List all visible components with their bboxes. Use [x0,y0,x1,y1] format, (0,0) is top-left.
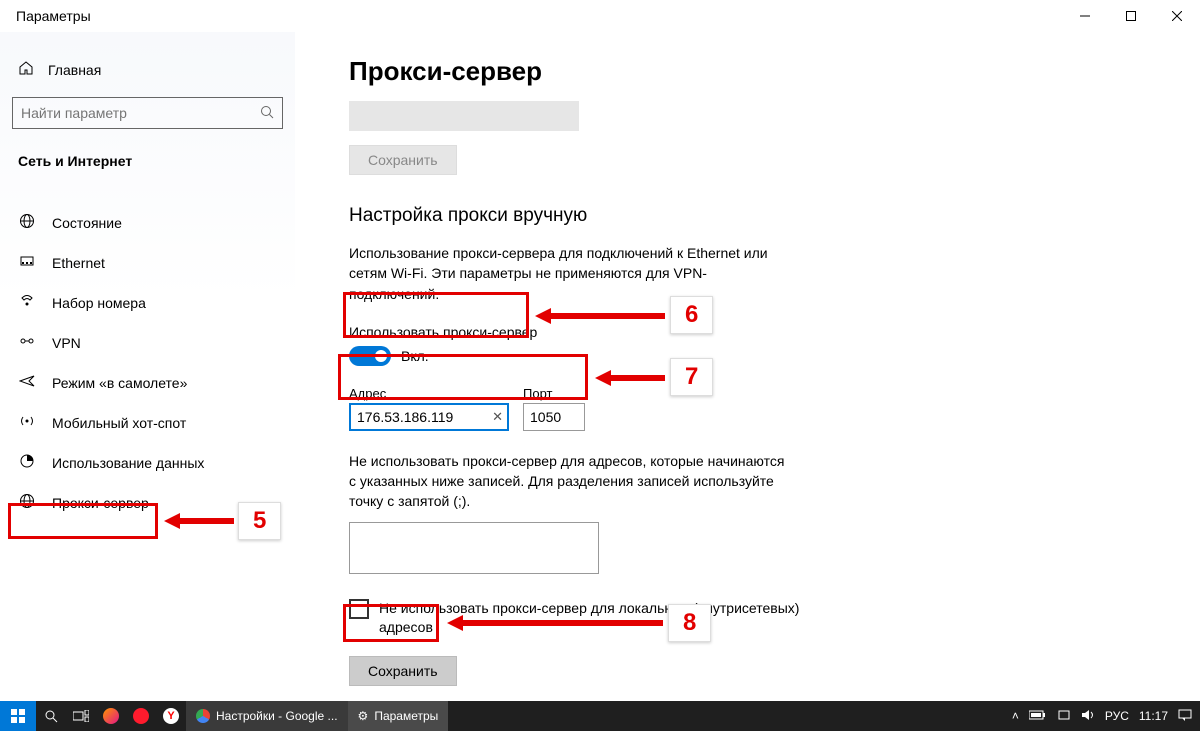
save-button[interactable]: Сохранить [349,656,457,686]
vpn-icon [18,333,36,353]
home-icon [18,60,34,79]
local-bypass-checkbox[interactable] [349,599,369,619]
search-box[interactable] [12,97,283,129]
port-label: Порт [523,386,585,401]
start-button[interactable] [0,701,36,731]
sidebar-item-status[interactable]: Состояние [0,203,295,243]
airplane-icon [18,373,36,393]
tray-clock[interactable]: 11:17 [1139,709,1168,723]
port-input[interactable] [523,403,585,431]
tray-notifications-icon[interactable] [1178,708,1192,725]
sidebar-item-dialup[interactable]: Набор номера [0,283,295,323]
tray-network-icon[interactable] [1057,708,1071,725]
bypass-description: Не использовать прокси-сервер для адресо… [349,451,789,512]
tray-battery-icon[interactable] [1029,709,1047,723]
save-button-disabled: Сохранить [349,145,457,175]
sidebar: Главная Сеть и Интернет Состояние Ethern… [0,32,295,701]
sidebar-item-label: Ethernet [52,255,105,271]
clear-icon[interactable]: ✕ [492,409,503,425]
sidebar-item-label: Состояние [52,215,122,231]
sidebar-item-label: Прокси-сервер [52,495,149,511]
sidebar-section-title: Сеть и Интернет [12,147,283,183]
use-proxy-label: Использовать прокси-сервер [349,324,1200,340]
search-input[interactable] [21,105,260,121]
taskbar-search-icon[interactable] [36,701,66,731]
tray-language[interactable]: РУС [1105,709,1129,723]
sidebar-item-data-usage[interactable]: Использование данных [0,443,295,483]
sidebar-item-ethernet[interactable]: Ethernet [0,243,295,283]
use-proxy-block: Использовать прокси-сервер Вкл. [349,322,1200,368]
gear-icon: ⚙ [358,709,369,723]
hotspot-icon [18,413,36,433]
dialup-icon [18,293,36,313]
close-button[interactable] [1154,0,1200,32]
sidebar-item-hotspot[interactable]: Мобильный хот-спот [0,403,295,443]
taskbar-task-label: Параметры [374,709,438,723]
address-input[interactable] [349,403,509,431]
main-content: Прокси-сервер Сохранить Настройка прокси… [295,32,1200,701]
sidebar-item-label: Мобильный хот-спот [52,415,186,431]
taskbar: Y Настройки - Google ... ⚙ Параметры ˄ Р… [0,701,1200,731]
proxy-fields: Адрес ✕ Порт [349,386,1200,431]
taskbar-app-yandex[interactable]: Y [156,701,186,731]
sidebar-item-vpn[interactable]: VPN [0,323,295,363]
taskbar-task-label: Настройки - Google ... [216,709,338,723]
search-icon [260,105,274,122]
taskbar-app-firefox[interactable] [96,701,126,731]
sidebar-home[interactable]: Главная [12,52,283,87]
address-label: Адрес [349,386,509,401]
ethernet-icon [18,253,36,273]
chrome-icon [196,709,210,723]
sidebar-item-label: VPN [52,335,81,351]
window-title: Параметры [16,8,91,24]
maximize-button[interactable] [1108,0,1154,32]
minimize-button[interactable] [1062,0,1108,32]
data-usage-icon [18,453,36,473]
taskbar-taskview-icon[interactable] [66,701,96,731]
page-title: Прокси-сервер [349,56,1200,87]
taskbar-app-opera[interactable] [126,701,156,731]
proxy-icon [18,493,36,513]
disabled-script-field [349,101,579,131]
use-proxy-toggle[interactable] [349,346,391,366]
manual-proxy-heading: Настройка прокси вручную [349,205,1200,227]
window-titlebar: Параметры [0,0,1200,32]
tray-volume-icon[interactable] [1081,708,1095,725]
globe-icon [18,213,36,233]
taskbar-task-settings[interactable]: ⚙ Параметры [348,701,449,731]
taskbar-task-chrome[interactable]: Настройки - Google ... [186,701,348,731]
sidebar-item-label: Набор номера [52,295,146,311]
sidebar-item-airplane[interactable]: Режим «в самолете» [0,363,295,403]
sidebar-item-proxy[interactable]: Прокси-сервер [0,483,295,523]
sidebar-home-label: Главная [48,62,101,78]
bypass-textarea[interactable] [349,522,599,574]
sidebar-item-label: Использование данных [52,455,204,471]
sidebar-item-label: Режим «в самолете» [52,375,187,391]
tray-chevron-icon[interactable]: ˄ [1012,709,1019,723]
local-bypass-label: Не использовать прокси-сервер для локаль… [379,599,809,638]
manual-proxy-description: Использование прокси-сервера для подключ… [349,243,789,304]
toggle-state-label: Вкл. [401,348,429,364]
